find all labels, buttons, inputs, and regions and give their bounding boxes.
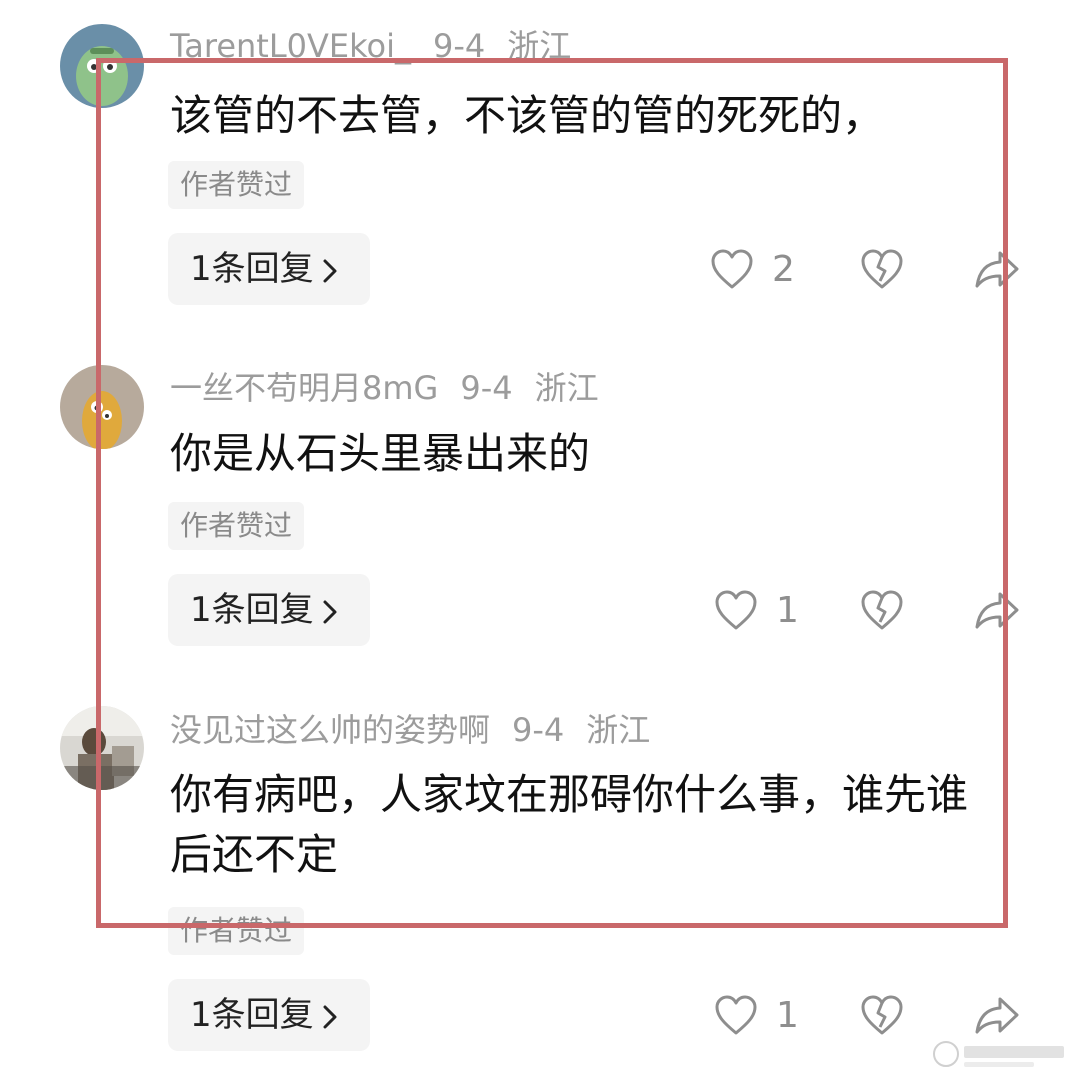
chevron-right-icon	[323, 259, 337, 282]
broken-heart-icon	[861, 590, 903, 630]
comment-date: 9-4	[460, 369, 513, 407]
comment-date: 9-4	[512, 711, 565, 749]
username[interactable]: 一丝不苟明月8mG	[170, 369, 438, 407]
comment-meta: 一丝不苟明月8mG 9-4 浙江	[170, 368, 599, 408]
like-count: 1	[776, 994, 799, 1036]
author-liked-badge: 作者赞过	[168, 161, 305, 209]
avatar[interactable]	[60, 24, 144, 108]
like-count: 2	[772, 248, 795, 290]
yellow-cartoon-avatar-icon	[60, 365, 144, 449]
comment-text: 你有病吧，人家坟在那碍你什么事，谁先谁后还不定	[170, 770, 969, 879]
avatar[interactable]	[60, 365, 144, 449]
like-button[interactable]: 2	[710, 248, 795, 290]
like-count: 1	[776, 589, 799, 631]
reply-count-label: 1条回复	[190, 249, 314, 289]
comment-text: 该管的不去管，不该管的管的死死的，	[170, 91, 885, 140]
comment-date: 9-4	[432, 27, 486, 65]
green-cartoon-avatar-icon	[60, 24, 144, 108]
watermark	[930, 1036, 1070, 1072]
reply-count-label: 1条回复	[190, 995, 314, 1035]
share-button[interactable]	[974, 995, 1020, 1035]
comment-location: 浙江	[534, 369, 599, 407]
username[interactable]: TarentL0VEkoi_	[170, 27, 411, 65]
chevron-right-icon	[323, 600, 337, 623]
broken-heart-icon	[861, 249, 903, 289]
dislike-button[interactable]	[860, 589, 904, 631]
comment-meta: 没见过这么帅的姿势啊 9-4 浙江	[170, 710, 650, 750]
share-button[interactable]	[974, 590, 1020, 630]
broken-heart-icon	[861, 995, 903, 1035]
chevron-right-icon	[323, 1005, 337, 1028]
dislike-button[interactable]	[860, 994, 904, 1036]
view-replies-button[interactable]: 1条回复	[168, 574, 370, 646]
share-arrow-icon	[975, 592, 1019, 629]
dislike-button[interactable]	[860, 248, 904, 290]
share-arrow-icon	[975, 251, 1019, 288]
author-liked-badge: 作者赞过	[168, 907, 305, 955]
username[interactable]: 没见过这么帅的姿势啊	[170, 711, 490, 749]
comment-location: 浙江	[507, 27, 572, 65]
heart-icon	[715, 590, 757, 630]
heart-icon	[711, 249, 753, 289]
like-button[interactable]: 1	[714, 994, 799, 1036]
author-liked-badge: 作者赞过	[168, 502, 305, 550]
like-button[interactable]: 1	[714, 589, 799, 631]
comment-text: 你是从石头里暴出来的	[170, 429, 591, 478]
watermark-logo-icon	[933, 1041, 1064, 1067]
reply-count-label: 1条回复	[190, 590, 314, 630]
view-replies-button[interactable]: 1条回复	[168, 979, 370, 1051]
avatar[interactable]	[60, 706, 144, 790]
comment-location: 浙江	[586, 711, 651, 749]
share-button[interactable]	[974, 249, 1020, 289]
photo-avatar-icon	[60, 706, 144, 790]
heart-icon	[715, 995, 757, 1035]
view-replies-button[interactable]: 1条回复	[168, 233, 370, 305]
comment-meta: TarentL0VEkoi_ 9-4 浙江	[170, 26, 571, 66]
share-arrow-icon	[975, 997, 1019, 1034]
